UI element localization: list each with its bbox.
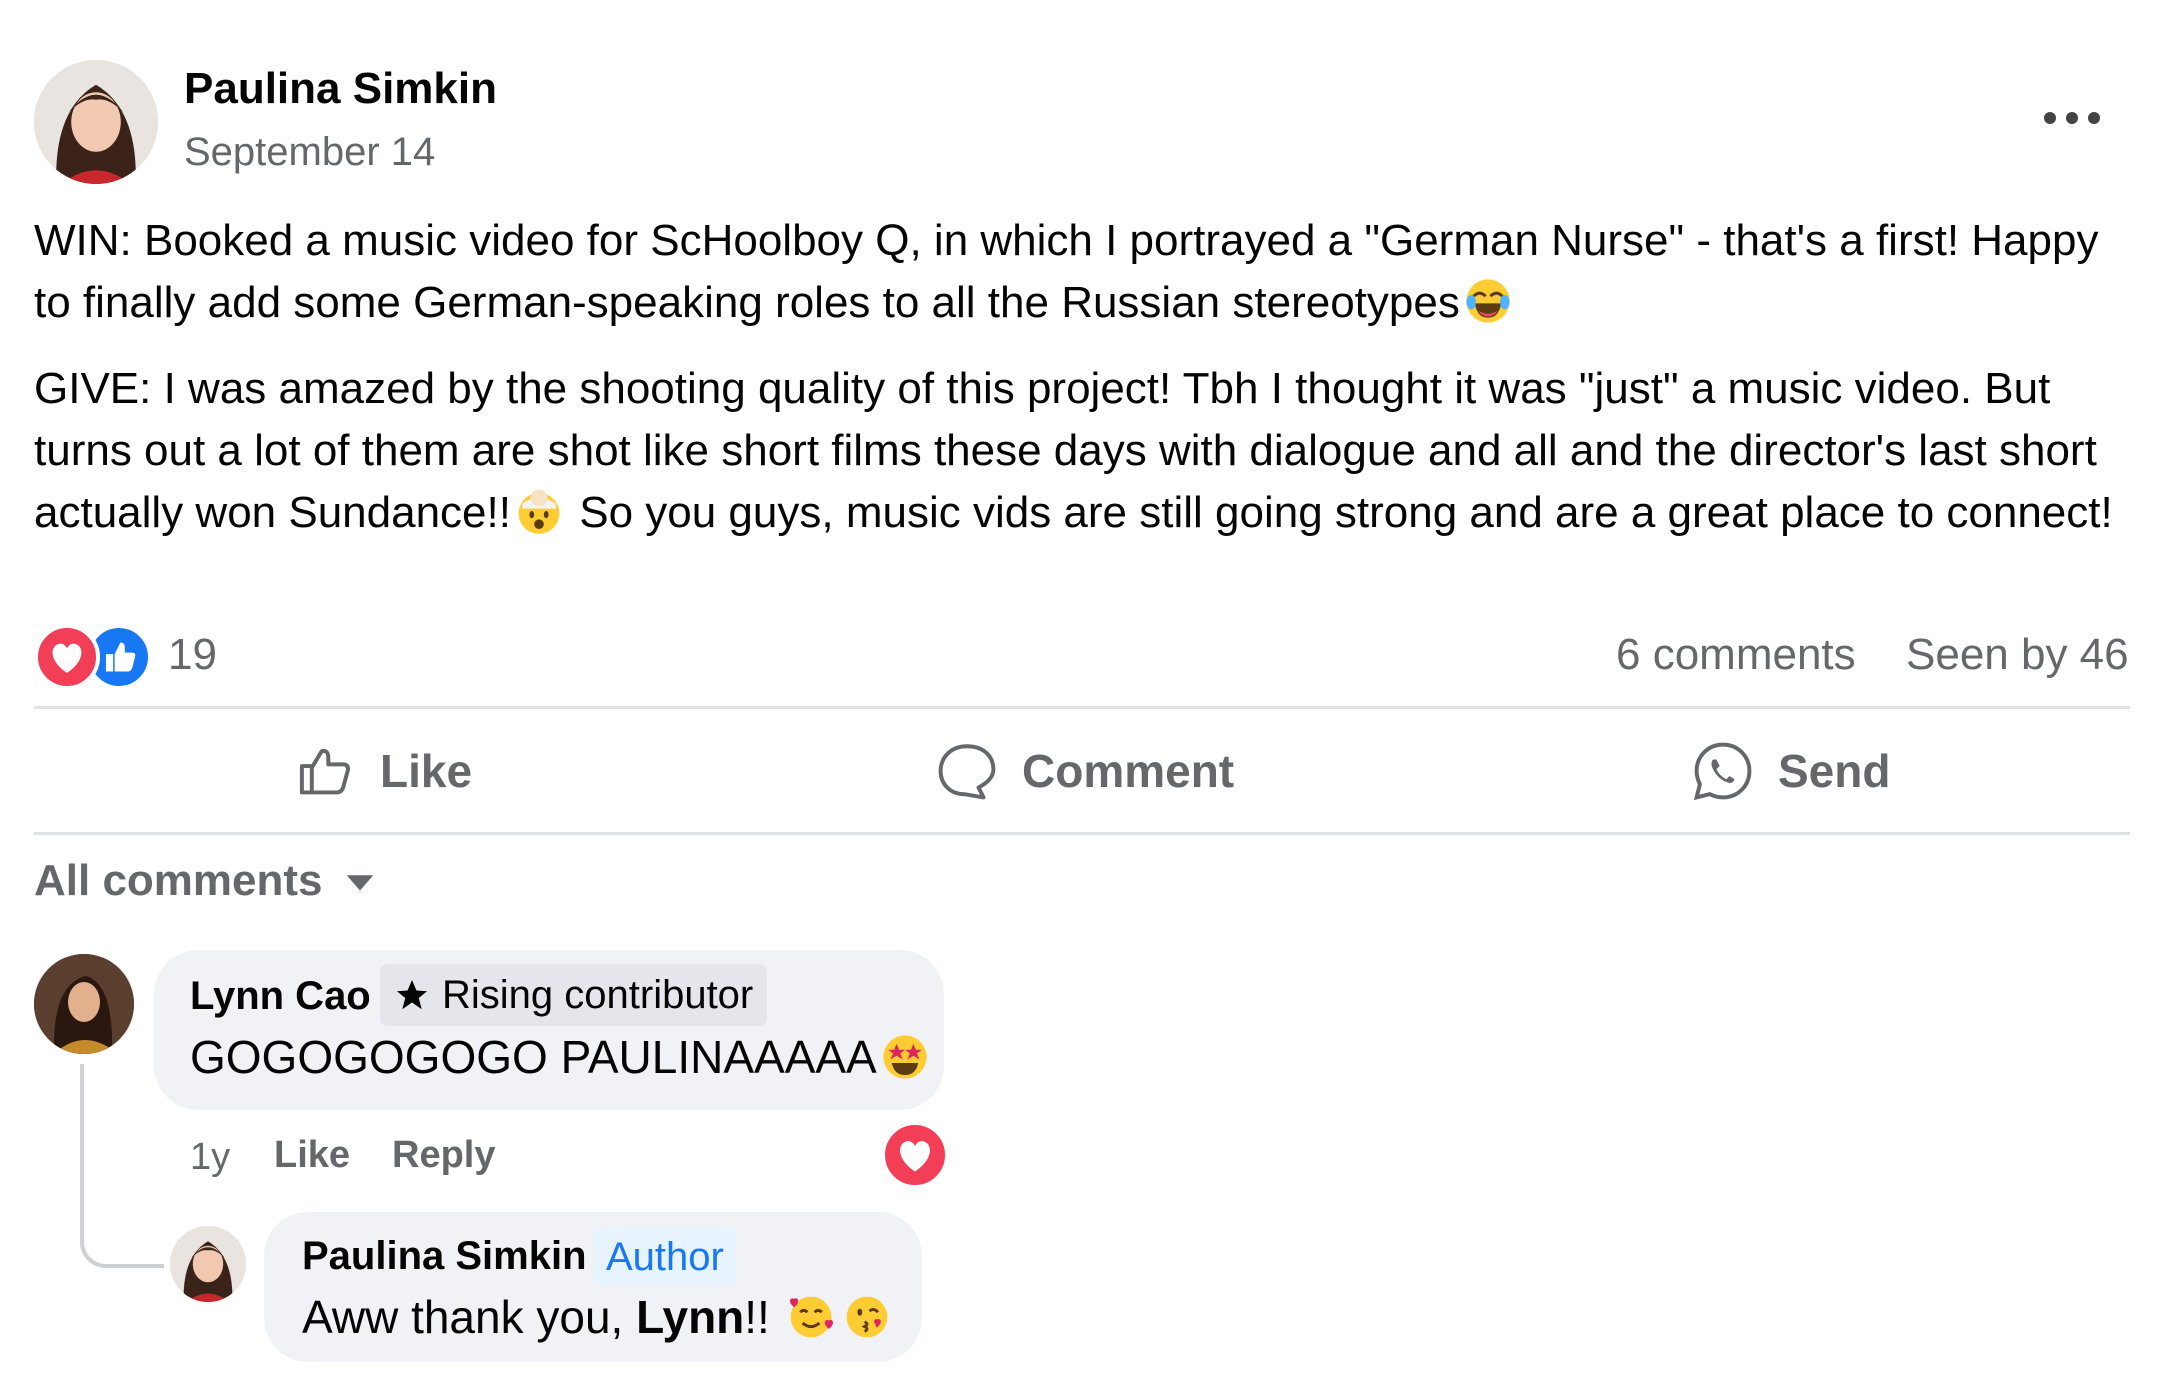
post-date[interactable]: September 14	[184, 130, 435, 175]
comments-filter-dropdown[interactable]: All comments	[34, 856, 379, 906]
commenter-avatar[interactable]	[34, 954, 134, 1054]
reply-mention[interactable]: Lynn	[636, 1291, 744, 1343]
comment-button[interactable]: Comment	[934, 736, 1234, 806]
seen-by-count[interactable]: Seen by 46	[1906, 630, 2129, 680]
author-badge: Author	[594, 1228, 736, 1286]
more-options-button[interactable]	[2036, 92, 2108, 144]
reply-text: Aww thank you, Lynn!!	[302, 1290, 895, 1344]
send-button-label: Send	[1778, 745, 1891, 797]
comment-reply-link[interactable]: Reply	[392, 1134, 495, 1177]
comment-timestamp[interactable]: 1y	[190, 1136, 230, 1179]
post-author-name[interactable]: Paulina Simkin	[184, 64, 497, 114]
whatsapp-icon	[1693, 742, 1752, 801]
star-icon	[397, 980, 427, 1010]
comment-button-label: Comment	[1022, 745, 1235, 797]
post-text-give: GIVE: I was amazed by the shooting quali…	[34, 358, 2134, 544]
reply-text-suffix: !!	[744, 1291, 770, 1343]
dot-icon	[2044, 112, 2056, 124]
comment-bubble-icon	[938, 744, 996, 800]
commenter-name[interactable]: Lynn Cao	[190, 974, 371, 1019]
star-struck-emoji-icon	[881, 1033, 929, 1081]
reply-text-prefix: Aww thank you,	[302, 1291, 624, 1343]
comments-filter-label: All comments	[34, 856, 323, 905]
contributor-badge-label: Rising contributor	[442, 972, 754, 1017]
reaction-count[interactable]: 19	[168, 630, 217, 680]
comments-count-link[interactable]: 6 comments	[1616, 630, 1856, 680]
contributor-badge[interactable]: Rising contributor	[380, 964, 768, 1026]
smiling-hearts-emoji-icon	[787, 1293, 835, 1341]
comment-love-reaction-icon[interactable]	[882, 1122, 948, 1188]
dot-icon	[2088, 112, 2100, 124]
kissing-emoji-icon	[843, 1293, 891, 1341]
love-reaction-icon	[34, 624, 100, 690]
reply-author-name[interactable]: Paulina Simkin	[302, 1234, 587, 1279]
comment-text: GOGOGOGOGO PAULINAAAAA	[190, 1030, 933, 1084]
thumbs-up-icon	[299, 748, 351, 795]
send-button[interactable]: Send	[1690, 736, 1890, 806]
post-text-win-content: WIN: Booked a music video for ScHoolboy …	[34, 216, 2099, 327]
divider	[34, 832, 2130, 835]
like-button-label: Like	[380, 745, 473, 797]
mind-blown-emoji-icon	[515, 487, 563, 535]
comment-text-content: GOGOGOGOGO PAULINAAAAA	[190, 1031, 877, 1083]
divider	[34, 706, 2130, 709]
post-text-win: WIN: Booked a music video for ScHoolboy …	[34, 210, 2134, 334]
reply-thread-line	[80, 1064, 164, 1268]
caret-down-icon	[346, 875, 373, 891]
reply-author-avatar[interactable]	[170, 1226, 246, 1302]
post-text-give-content-2: So you guys, music vids are still going …	[579, 488, 2113, 537]
comment-like-link[interactable]: Like	[274, 1134, 350, 1177]
dot-icon	[2066, 112, 2078, 124]
laughing-tears-emoji-icon	[1464, 277, 1512, 325]
author-avatar[interactable]	[34, 60, 158, 184]
like-button[interactable]: Like	[292, 736, 472, 806]
